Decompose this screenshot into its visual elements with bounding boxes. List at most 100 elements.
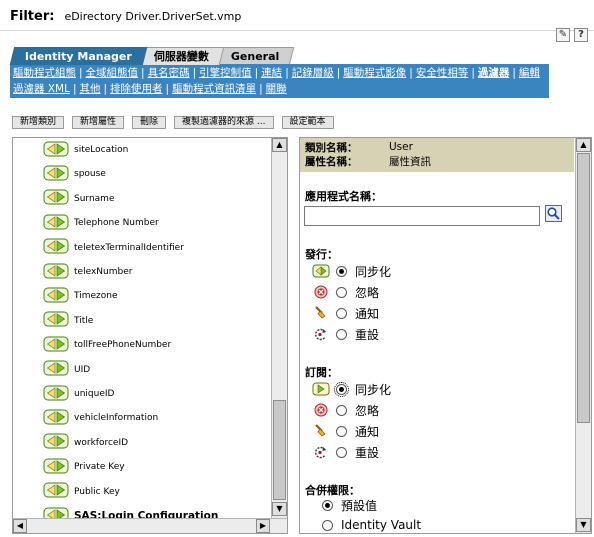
- list-item[interactable]: UID: [43, 360, 90, 380]
- list-vertical-scrollbar[interactable]: ▲ ▼: [271, 138, 287, 518]
- scroll-right-icon[interactable]: ▶: [256, 519, 270, 533]
- publisher-ignore-option[interactable]: 忽略: [312, 283, 379, 301]
- publisher-reset-option[interactable]: 重設: [312, 325, 379, 343]
- sync-icon: [312, 263, 330, 279]
- list-item[interactable]: SAS:Login Configuration: [43, 506, 218, 518]
- list-item-label: Public Key: [74, 486, 120, 497]
- list-item[interactable]: uniqueID: [43, 384, 114, 404]
- app-name-input[interactable]: [304, 206, 540, 226]
- tab-general[interactable]: General: [215, 47, 295, 65]
- scroll-thumb[interactable]: [273, 400, 286, 500]
- nav-link-named-passwords[interactable]: 具名密碼: [148, 67, 190, 79]
- subscriber-notify-option[interactable]: 通知: [312, 422, 379, 440]
- nav-link-filter[interactable]: 過濾器: [478, 67, 510, 79]
- subscriber-reset-option[interactable]: 重設: [312, 443, 379, 461]
- list-horizontal-scrollbar[interactable]: ◀ ▶: [13, 518, 287, 533]
- sync-filter-icon: [43, 287, 69, 306]
- merge-identity-vault-radio[interactable]: [322, 519, 333, 531]
- nav-link-misc[interactable]: 其他: [80, 83, 101, 95]
- list-item-label: Timezone: [74, 291, 118, 302]
- subscriber-sync-option[interactable]: 同步化: [312, 380, 391, 398]
- list-item[interactable]: Timezone: [43, 286, 118, 306]
- search-icon[interactable]: [545, 205, 562, 222]
- sub-navigation: 驅動程式組態 | 全域組態值 | 具名密碼 | 引擎控制值 | 連結 | 記錄層級 | 驅動程式影像 | 安…: [10, 64, 549, 98]
- sync-filter-icon: [43, 263, 69, 282]
- class-name-value: User: [389, 141, 413, 153]
- merge-identity-vault-option[interactable]: Identity Vault: [322, 516, 421, 534]
- merge-default-option[interactable]: 預設值: [322, 496, 377, 514]
- list-item[interactable]: tollFreePhoneNumber: [43, 335, 171, 355]
- list-item-label: UID: [74, 364, 91, 375]
- nav-link-log-level[interactable]: 記錄層級: [292, 67, 334, 79]
- list-item[interactable]: workforceID: [43, 433, 128, 453]
- details-scroll-down-icon[interactable]: ▼: [576, 518, 591, 532]
- list-item[interactable]: Telephone Number: [43, 213, 159, 233]
- list-item[interactable]: teletexTerminalIdentifier: [43, 238, 184, 258]
- list-item[interactable]: spouse: [43, 164, 106, 184]
- list-item-label: SAS:Login Configuration: [74, 510, 219, 518]
- top-icon-bar: ✎ ?: [556, 28, 588, 42]
- list-item[interactable]: Public Key: [43, 482, 120, 502]
- sync-filter-icon: [43, 336, 69, 355]
- notify-icon: [312, 423, 330, 439]
- details-vertical-scrollbar[interactable]: ▲ ▼: [575, 138, 591, 533]
- publisher-notify-option[interactable]: 通知: [312, 304, 379, 322]
- details-scroll-up-icon[interactable]: ▲: [576, 138, 591, 152]
- nav-link-global-config[interactable]: 全域組態值: [86, 67, 139, 79]
- filter-label: Filter:: [10, 9, 55, 24]
- sync-filter-icon: [43, 360, 69, 379]
- list-item-label: Title: [74, 315, 94, 326]
- tab-server-variables[interactable]: 伺服器變數: [138, 47, 225, 65]
- list-item[interactable]: siteLocation: [43, 140, 128, 160]
- publisher-sync-radio[interactable]: [336, 265, 347, 277]
- app-name-label: 應用程式名稱：: [305, 190, 382, 203]
- set-template-button[interactable]: 設定範本: [281, 116, 334, 129]
- nav-link-driver-image[interactable]: 驅動程式影像: [343, 67, 406, 79]
- sync-filter-icon: [43, 385, 69, 404]
- nav-link-security-equals[interactable]: 安全性相等: [416, 67, 469, 79]
- scroll-up-icon[interactable]: ▲: [272, 138, 287, 152]
- publisher-ignore-radio[interactable]: [336, 286, 347, 298]
- details-scroll-thumb[interactable]: [577, 153, 590, 423]
- nav-link-engine-control[interactable]: 引擎控制值: [199, 67, 252, 79]
- filter-header: Filter: eDirectory Driver.DriverSet.vmp: [10, 9, 241, 27]
- list-item-label: siteLocation: [74, 145, 129, 155]
- list-item-label: telexNumber: [74, 267, 133, 277]
- help-icon[interactable]: ?: [574, 28, 588, 42]
- scroll-down-icon[interactable]: ▼: [272, 502, 287, 516]
- nav-link-association[interactable]: 關聯: [266, 83, 287, 95]
- copy-filter-source-button[interactable]: 複製過濾器的來源 ...: [174, 116, 274, 129]
- list-item[interactable]: Private Key: [43, 457, 125, 477]
- class-name-label: 類別名稱：: [305, 141, 358, 154]
- subscriber-ignore-radio[interactable]: [336, 404, 347, 416]
- add-attribute-button[interactable]: 新增屬性: [72, 116, 125, 129]
- subscriber-sync-radio[interactable]: [334, 381, 349, 397]
- publisher-notify-radio[interactable]: [336, 307, 347, 319]
- list-item-label: Surname: [74, 193, 115, 204]
- list-item[interactable]: Surname: [43, 189, 114, 209]
- sync-filter-icon: [43, 433, 69, 452]
- nav-link-exclude-users[interactable]: 排除使用者: [110, 83, 163, 95]
- nav-link-driver-manifest[interactable]: 驅動程式資訊清單: [172, 83, 256, 95]
- nav-link-driver-config[interactable]: 驅動程式組態: [13, 67, 76, 79]
- list-item[interactable]: Title: [43, 311, 93, 331]
- scroll-left-icon[interactable]: ◀: [13, 519, 27, 533]
- subscriber-notify-radio[interactable]: [336, 425, 347, 437]
- attribute-details-panel: 類別名稱： User 屬性名稱： 屬性資訊 應用程式名稱： 發行： 同步化 忽略…: [299, 137, 592, 534]
- subscriber-reset-radio[interactable]: [336, 446, 347, 458]
- sync-filter-icon: [43, 238, 69, 257]
- sync-filter-icon: [43, 507, 69, 518]
- nav-link-links[interactable]: 連結: [261, 67, 282, 79]
- subscriber-ignore-option[interactable]: 忽略: [312, 401, 379, 419]
- list-item[interactable]: telexNumber: [43, 262, 132, 282]
- edit-filter-icon[interactable]: ✎: [556, 28, 570, 42]
- add-class-button[interactable]: 新增類別: [12, 116, 65, 129]
- reset-icon: [312, 326, 330, 342]
- delete-button[interactable]: 刪除: [132, 116, 167, 129]
- publisher-sync-option[interactable]: 同步化: [312, 262, 391, 280]
- merge-default-radio[interactable]: [322, 499, 333, 511]
- list-item[interactable]: vehicleInformation: [43, 408, 158, 428]
- publisher-reset-radio[interactable]: [336, 328, 347, 340]
- tab-identity-manager[interactable]: Identity Manager: [9, 47, 148, 65]
- attribute-list: siteLocation spouse Surname Telephone Numbe…: [13, 138, 271, 518]
